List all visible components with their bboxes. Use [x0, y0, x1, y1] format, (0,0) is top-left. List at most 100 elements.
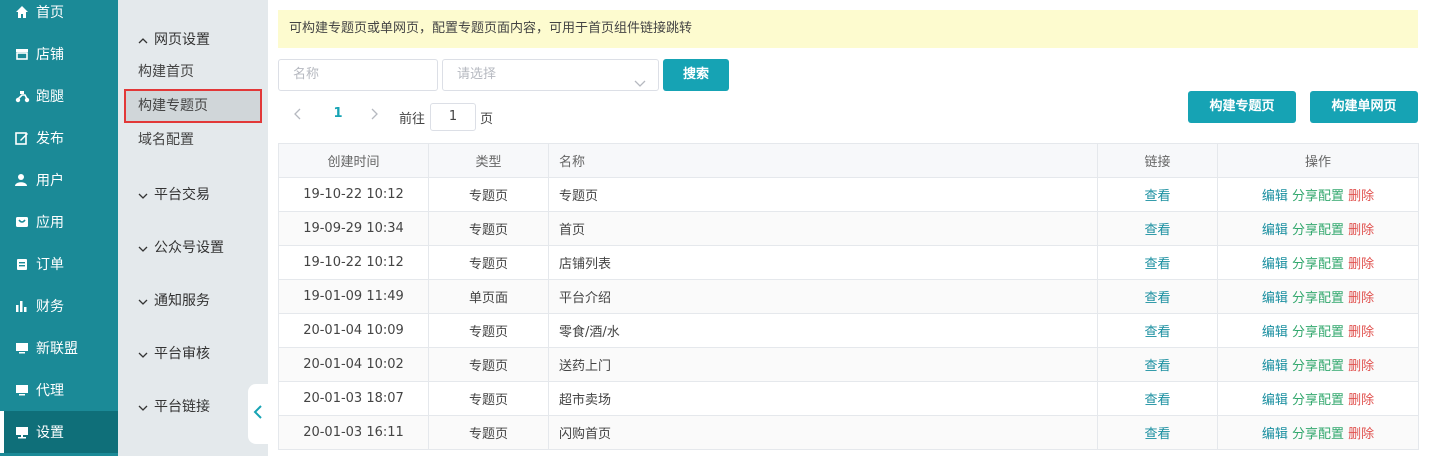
subnav-link-build-home[interactable]: 构建首页 [124, 55, 262, 89]
desktop-icon [14, 424, 30, 440]
edit-link[interactable]: 编辑 [1262, 427, 1288, 442]
chevron-right-icon [370, 108, 378, 124]
share-config-link[interactable]: 分享配置 [1292, 189, 1344, 204]
delete-link[interactable]: 删除 [1348, 223, 1374, 238]
table-row: 20-01-04 10:02 专题页 送药上门 查看 编辑 分享配置 删除 [278, 347, 1419, 382]
cell-actions: 编辑 分享配置 删除 [1217, 279, 1419, 314]
delete-link[interactable]: 删除 [1348, 359, 1374, 374]
cell-actions: 编辑 分享配置 删除 [1217, 245, 1419, 280]
cell-actions: 编辑 分享配置 删除 [1217, 415, 1419, 450]
edit-link[interactable]: 编辑 [1262, 223, 1288, 238]
cell-time: 20-01-04 10:02 [278, 347, 429, 382]
share-config-link[interactable]: 分享配置 [1292, 223, 1344, 238]
nav-item-label: 店铺 [36, 47, 64, 63]
nav-item-store[interactable]: 店铺 [0, 33, 118, 75]
subnav-group-review[interactable]: 平台审核 [138, 343, 210, 363]
next-page-button[interactable] [364, 105, 384, 127]
nav-item-alliance[interactable]: 新联盟 [0, 327, 118, 369]
cell-type: 专题页 [428, 347, 549, 382]
edit-link[interactable]: 编辑 [1262, 393, 1288, 408]
cell-name: 平台介绍 [548, 279, 1098, 314]
chevron-left-icon [253, 404, 263, 424]
delete-link[interactable]: 删除 [1348, 325, 1374, 340]
view-link[interactable]: 查看 [1144, 427, 1170, 442]
nav-item-app[interactable]: 应用 [0, 201, 118, 243]
subnav-group-wechat[interactable]: 公众号设置 [138, 237, 224, 257]
column-header-type: 类型 [428, 143, 549, 178]
edit-link[interactable]: 编辑 [1262, 257, 1288, 272]
nav-item-order[interactable]: 订单 [0, 243, 118, 285]
cell-actions: 编辑 分享配置 删除 [1217, 381, 1419, 416]
view-link[interactable]: 查看 [1144, 291, 1170, 306]
cell-actions: 编辑 分享配置 删除 [1217, 313, 1419, 348]
share-config-link[interactable]: 分享配置 [1292, 325, 1344, 340]
delete-link[interactable]: 删除 [1348, 291, 1374, 306]
share-config-link[interactable]: 分享配置 [1292, 291, 1344, 306]
share-config-link[interactable]: 分享配置 [1292, 257, 1344, 272]
build-topic-page-button[interactable]: 构建专题页 [1188, 91, 1296, 123]
view-link[interactable]: 查看 [1144, 393, 1170, 408]
sub-sidebar: 网页设置 构建首页 构建专题页 域名配置 平台交易 公众号设置 通知服务 平台审… [118, 0, 268, 456]
nav-item-finance[interactable]: 财务 [0, 285, 118, 327]
delete-link[interactable]: 删除 [1348, 257, 1374, 272]
nav-item-label: 首页 [36, 5, 64, 21]
cell-name: 送药上门 [548, 347, 1098, 382]
table-row: 20-01-03 16:11 专题页 闪购首页 查看 编辑 分享配置 删除 [278, 415, 1419, 450]
prev-page-button[interactable] [288, 105, 308, 127]
table-header-row: 创建时间 类型 名称 链接 操作 [278, 143, 1419, 178]
page-number[interactable]: 1 [330, 106, 346, 121]
subnav-group-links[interactable]: 平台链接 [138, 396, 210, 416]
user-icon [14, 172, 30, 188]
delete-link[interactable]: 删除 [1348, 393, 1374, 408]
share-config-link[interactable]: 分享配置 [1292, 427, 1344, 442]
cell-type: 专题页 [428, 381, 549, 416]
subnav-group-trade[interactable]: 平台交易 [138, 184, 210, 204]
chevron-down-icon [138, 295, 148, 305]
share-config-link[interactable]: 分享配置 [1292, 393, 1344, 408]
edit-link[interactable]: 编辑 [1262, 359, 1288, 374]
cell-link: 查看 [1097, 347, 1218, 382]
nav-item-user[interactable]: 用户 [0, 159, 118, 201]
view-link[interactable]: 查看 [1144, 325, 1170, 340]
view-link[interactable]: 查看 [1144, 359, 1170, 374]
scooter-icon [14, 88, 30, 104]
view-link[interactable]: 查看 [1144, 257, 1170, 272]
collapse-sidebar-button[interactable] [248, 384, 268, 444]
nav-item-home[interactable]: 首页 [0, 0, 118, 33]
nav-item-label: 新联盟 [36, 341, 78, 357]
edit-link[interactable]: 编辑 [1262, 325, 1288, 340]
notice-banner: 可构建专题页或单网页，配置专题页面内容，可用于首页组件链接跳转 [278, 10, 1418, 48]
goto-page-input[interactable]: 1 [430, 103, 476, 131]
view-link[interactable]: 查看 [1144, 189, 1170, 204]
cell-time: 19-10-22 10:12 [278, 245, 429, 280]
edit-link[interactable]: 编辑 [1262, 189, 1288, 204]
chevron-up-icon [138, 34, 148, 44]
cell-type: 专题页 [428, 415, 549, 450]
subnav-group-label: 网页设置 [154, 32, 210, 48]
delete-link[interactable]: 删除 [1348, 427, 1374, 442]
edit-link[interactable]: 编辑 [1262, 291, 1288, 306]
nav-item-errand[interactable]: 跑腿 [0, 75, 118, 117]
delete-link[interactable]: 删除 [1348, 189, 1374, 204]
cell-time: 20-01-03 18:07 [278, 381, 429, 416]
nav-item-settings[interactable]: 设置 [0, 411, 118, 453]
subnav-link-build-topic[interactable]: 构建专题页 [124, 89, 262, 123]
bar-chart-icon [14, 298, 30, 314]
type-select[interactable]: 请选择 [442, 59, 659, 91]
subnav-group-webpage[interactable]: 网页设置 [138, 29, 210, 49]
name-search-input[interactable]: 名称 [278, 59, 438, 91]
view-link[interactable]: 查看 [1144, 223, 1170, 238]
nav-item-publish[interactable]: 发布 [0, 117, 118, 159]
monitor-icon [14, 340, 30, 356]
chevron-down-icon [138, 348, 148, 358]
nav-item-agent[interactable]: 代理 [0, 369, 118, 411]
cell-actions: 编辑 分享配置 删除 [1217, 347, 1419, 382]
build-single-page-button[interactable]: 构建单网页 [1310, 91, 1418, 123]
chevron-down-icon [138, 242, 148, 252]
search-button[interactable]: 搜索 [663, 59, 729, 91]
page-unit-label: 页 [480, 112, 494, 127]
share-config-link[interactable]: 分享配置 [1292, 359, 1344, 374]
cell-link: 查看 [1097, 415, 1218, 450]
subnav-link-domain[interactable]: 域名配置 [124, 123, 262, 157]
subnav-group-notify[interactable]: 通知服务 [138, 290, 210, 310]
